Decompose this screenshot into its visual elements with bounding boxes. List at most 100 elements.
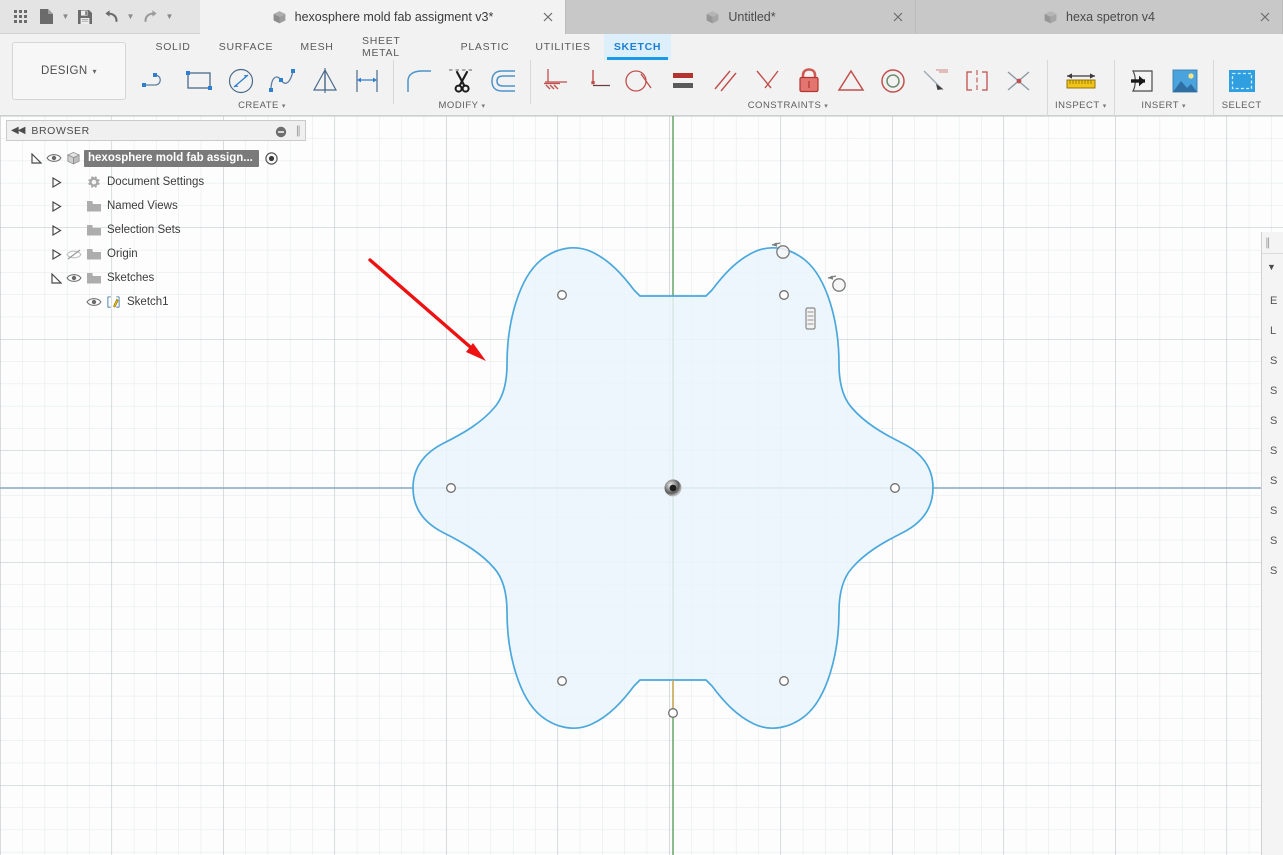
ribbon-divider	[1113, 60, 1115, 116]
folder-icon	[83, 270, 104, 286]
image-icon[interactable]	[1164, 60, 1206, 102]
select-window-icon[interactable]	[1221, 60, 1263, 102]
design-workspace-button[interactable]: DESIGN ▾	[12, 42, 126, 100]
tab-surface[interactable]: SURFACE	[206, 34, 286, 60]
twisty-collapsed-icon[interactable]	[48, 198, 64, 214]
sketch-canvas[interactable]: ◀◀ BROWSER ∥ hexosphere mold fab assign.…	[0, 116, 1283, 855]
ribbon-group-inspect-label: INSPECT ▾	[1055, 100, 1107, 111]
line-tool[interactable]	[136, 60, 178, 102]
document-tab-1[interactable]: hexosphere mold fab assigment v3*	[200, 0, 566, 34]
ribbon-group-constraints-label: CONSTRAINTS ▾	[748, 100, 829, 111]
constraint-perpendicular[interactable]	[704, 60, 746, 102]
chevron-down-icon: ▾	[1102, 102, 1107, 110]
right-side-panel[interactable]: ∥ ▼ E L S S S S S S S S	[1261, 232, 1283, 855]
constraint-tangent[interactable]	[746, 60, 788, 102]
double-left-arrow-icon[interactable]: ◀◀	[11, 125, 25, 136]
save-icon[interactable]	[73, 4, 97, 30]
undo-menu-caret-icon[interactable]: ▼	[125, 4, 136, 30]
right-panel-header: ∥	[1262, 232, 1283, 254]
right-panel-row[interactable]: S	[1262, 466, 1283, 496]
lock-icon[interactable]	[788, 60, 830, 102]
tree-item-selection-sets[interactable]: Selection Sets	[6, 218, 306, 242]
fillet-tool[interactable]	[399, 60, 441, 102]
dimension-tool[interactable]	[346, 60, 388, 102]
right-panel-row[interactable]: S	[1262, 526, 1283, 556]
title-bar: ▼ ▼ ▼ hexosphere mold fab assigment v3* …	[0, 0, 1283, 34]
quick-access-toolbar: ▼ ▼ ▼	[0, 0, 200, 34]
app-grid-icon[interactable]	[8, 4, 32, 30]
tab-utilities[interactable]: UTILITIES	[522, 34, 604, 60]
ruler-icon[interactable]	[1060, 60, 1102, 102]
visibility-eye-icon[interactable]	[64, 270, 83, 286]
tree-item-root-component[interactable]: hexosphere mold fab assign...	[6, 146, 306, 170]
visibility-hidden-eye-icon[interactable]	[64, 246, 83, 262]
right-panel-row[interactable]: S	[1262, 556, 1283, 586]
file-menu-caret-icon[interactable]: ▼	[60, 4, 71, 30]
document-tab-3-close-icon[interactable]	[1258, 10, 1272, 24]
tree-item-root-label: hexosphere mold fab assign...	[84, 149, 259, 167]
tree-item-document-settings[interactable]: Document Settings	[6, 170, 306, 194]
ribbon-groups: CREATE ▾ MODIFY ▾ CONSTRAINTS ▾ INSPECT …	[136, 60, 1283, 116]
right-panel-row[interactable]: S	[1262, 436, 1283, 466]
right-panel-row[interactable]: S	[1262, 376, 1283, 406]
tab-sketch-label: SKETCH	[613, 41, 662, 53]
constraint-parallel[interactable]	[662, 60, 704, 102]
right-panel-row[interactable]: S	[1262, 406, 1283, 436]
activate-component-radio[interactable]	[265, 151, 278, 165]
tab-sheet-metal[interactable]: SHEET METAL	[348, 34, 448, 60]
constraint-coincident[interactable]	[536, 60, 578, 102]
tree-item-sketch1[interactable]: Sketch1	[6, 290, 306, 314]
concentric-icon[interactable]	[872, 60, 914, 102]
right-panel-collapse-caret-icon[interactable]: ▼	[1267, 262, 1283, 272]
twisty-collapsed-icon[interactable]	[48, 246, 64, 262]
curvature-icon[interactable]	[998, 60, 1040, 102]
tree-item-sketches[interactable]: Sketches	[6, 266, 306, 290]
circle-tool[interactable]	[220, 60, 262, 102]
redo-icon[interactable]	[138, 4, 162, 30]
tree-item-named-views[interactable]: Named Views	[6, 194, 306, 218]
tab-solid[interactable]: SOLID	[140, 34, 206, 60]
ribbon-group-modify-label: MODIFY ▾	[439, 100, 486, 111]
scissors-icon[interactable]	[441, 60, 483, 102]
twisty-expanded-icon[interactable]	[48, 270, 64, 286]
tab-mesh[interactable]: MESH	[286, 34, 348, 60]
tab-sketch[interactable]: SKETCH	[604, 34, 671, 60]
document-tab-2[interactable]: Untitled*	[566, 0, 916, 34]
document-tab-3[interactable]: hexa spetron v4	[916, 0, 1283, 34]
twisty-collapsed-icon[interactable]	[48, 174, 64, 190]
visibility-eye-icon[interactable]	[44, 150, 63, 166]
symmetry-icon[interactable]	[914, 60, 956, 102]
minus-circle-icon[interactable]	[275, 125, 287, 137]
offset-tool[interactable]	[483, 60, 525, 102]
browser-resize-grip[interactable]: ∥	[296, 124, 302, 137]
visibility-eye-icon[interactable]	[84, 294, 103, 310]
equal-triangle-icon[interactable]	[830, 60, 872, 102]
mirror-tool[interactable]	[304, 60, 346, 102]
symmetry-constraint-glyph[interactable]	[805, 307, 816, 330]
right-panel-row[interactable]: E	[1262, 286, 1283, 316]
sketch-origin-point[interactable]	[664, 479, 682, 497]
twisty-expanded-icon[interactable]	[28, 150, 44, 166]
tab-plastic[interactable]: PLASTIC	[448, 34, 522, 60]
constraint-horizontal-vertical[interactable]	[620, 60, 662, 102]
spline-tool[interactable]	[262, 60, 304, 102]
tab-surface-label: SURFACE	[218, 41, 274, 53]
constraint-collinear[interactable]	[578, 60, 620, 102]
document-tab-2-close-icon[interactable]	[891, 10, 905, 24]
right-panel-grip-icon[interactable]: ∥	[1265, 236, 1271, 249]
right-panel-row[interactable]: S	[1262, 496, 1283, 526]
right-panel-row[interactable]: S	[1262, 346, 1283, 376]
rectangle-tool[interactable]	[178, 60, 220, 102]
twisty-collapsed-icon[interactable]	[48, 222, 64, 238]
sketch-icon	[103, 294, 124, 310]
derive-icon[interactable]	[1122, 60, 1164, 102]
file-icon[interactable]	[34, 4, 58, 30]
browser-title: BROWSER	[31, 124, 90, 137]
document-tab-1-close-icon[interactable]	[541, 10, 555, 24]
redo-menu-caret-icon[interactable]: ▼	[164, 4, 175, 30]
constraint-midpoint[interactable]	[956, 60, 998, 102]
right-panel-row[interactable]: L	[1262, 316, 1283, 346]
fusion360-window: ▼ ▼ ▼ hexosphere mold fab assigment v3* …	[0, 0, 1283, 855]
undo-icon[interactable]	[99, 4, 123, 30]
tree-item-origin[interactable]: Origin	[6, 242, 306, 266]
